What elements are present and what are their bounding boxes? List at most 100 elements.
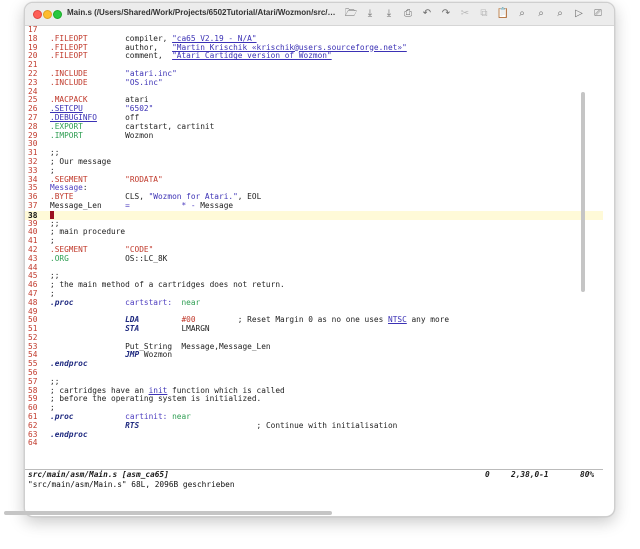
line-code: .SEGMENT "CODE" [50, 245, 153, 254]
code-token: "CODE" [125, 244, 154, 254]
code-line[interactable]: 32; Our message [25, 157, 603, 167]
code-token: .ORG [50, 253, 69, 263]
code-token: ; [50, 165, 55, 175]
save-all-icon[interactable]: ⤓ [381, 6, 397, 22]
code-token: Message_Len [50, 200, 126, 210]
code-token: compiler, [87, 33, 173, 43]
code-line[interactable]: 30 [25, 140, 603, 149]
line-code: ; main procedure [50, 227, 125, 236]
current-line[interactable]: 38 [25, 210, 603, 220]
code-token: ; the main method of a cartridges does n… [50, 280, 285, 290]
code-editor[interactable]: 17 18 .FILEOPT compiler, "ca65 V2.19 - N/A… [25, 26, 603, 468]
code-line[interactable]: 59; before the operating system is initi… [25, 395, 603, 404]
code-token: .FILEOPT [50, 33, 88, 43]
code-line[interactable]: 43 .ORG OS::LC_8K [25, 253, 603, 264]
copy-icon[interactable]: ⧉ [476, 6, 492, 22]
find-next-icon[interactable]: ⌕ [533, 6, 549, 22]
code-line[interactable]: 63 .endproc [25, 430, 603, 440]
code-token: cartstart: [125, 297, 173, 307]
line-code: ;; [50, 271, 59, 280]
find-prev-icon[interactable]: ⌕ [552, 6, 568, 22]
code-token: init [148, 385, 168, 395]
save-icon[interactable]: ⤓ [362, 6, 378, 22]
code-token: Message [50, 183, 83, 193]
title-bar: Main.s (/Users/Shared/Work/Projects/6502… [25, 3, 614, 26]
code-line[interactable]: 44 [25, 263, 603, 273]
status-modified: 0 [485, 470, 490, 479]
code-token: "RODATA" [125, 174, 163, 184]
code-token: .proc [50, 412, 74, 422]
code-line[interactable]: 40; main procedure [25, 227, 603, 237]
open-icon[interactable]: 🗁 [343, 6, 359, 22]
code-token: * - [181, 200, 201, 210]
code-token: function which is called [167, 385, 285, 395]
code-token: ; main procedure [50, 227, 126, 237]
zoom-button[interactable] [53, 10, 62, 19]
horizontal-scroll-thumb[interactable] [4, 511, 332, 515]
line-code: .endproc [50, 359, 88, 368]
line-code: JMP Wozmon [50, 350, 172, 360]
code-token: "ca65 V2.19 - N/A" [172, 33, 257, 43]
code-token: .FILEOPT [50, 42, 88, 52]
line-code: .FILEOPT comment, "Atari Cartidge versio… [50, 51, 332, 60]
vertical-scroll-thumb[interactable] [581, 92, 585, 292]
line-code: ; [50, 289, 55, 298]
code-line[interactable]: 29 .IMPORT Wozmon [25, 131, 603, 141]
code-token: .EXPORT [50, 121, 83, 131]
cut-icon[interactable]: ✂ [457, 6, 473, 22]
code-line[interactable]: 55 .endproc [25, 359, 603, 369]
line-code: .INCLUDE "atari.inc" [50, 69, 177, 78]
code-token: #00 [181, 315, 196, 325]
undo-icon[interactable]: ↶ [419, 6, 435, 22]
code-line[interactable]: 51 STA LMARGN [25, 324, 603, 334]
code-line[interactable]: 54 JMP Wozmon [25, 351, 603, 360]
code-token: , EOL [237, 192, 262, 202]
minimize-button[interactable] [43, 10, 52, 19]
vertical-scrollbar[interactable] [604, 26, 613, 491]
code-line[interactable]: 46; the main method of a cartridges does… [25, 280, 603, 290]
code-token: NTSC [388, 315, 407, 325]
code-line[interactable]: 48 .proc cartstart: near [25, 297, 603, 308]
help-icon[interactable]: ? [609, 6, 614, 22]
line-code: .IMPORT Wozmon [50, 131, 153, 140]
command-line[interactable]: "src/main/asm/Main.s" 68L, 2096B geschri… [28, 480, 235, 490]
text-cursor [50, 210, 54, 219]
code-token: .BYTE [50, 192, 74, 202]
redo-icon[interactable]: ↷ [438, 6, 454, 22]
line-code: ; the main method of a cartridges does n… [50, 280, 285, 289]
code-token: Wozmon [82, 130, 154, 140]
script-icon[interactable]: ⎚ [590, 6, 606, 22]
code-token: : [82, 183, 88, 193]
code-token: .endproc [50, 429, 88, 439]
paste-icon[interactable]: 📋 [495, 6, 511, 22]
code-line[interactable]: 31;; [25, 148, 603, 158]
code-line[interactable]: 64 [25, 439, 603, 448]
window-title: Main.s (/Users/Shared/Work/Projects/6502… [67, 8, 339, 17]
code-token: "OS.inc" [125, 77, 163, 87]
print-icon[interactable]: ⎙ [400, 6, 416, 22]
code-line[interactable]: 20 .FILEOPT comment, "Atari Cartidge vers… [25, 51, 603, 61]
find-icon[interactable]: ⌕ [514, 6, 530, 22]
line-code: .endproc [50, 430, 88, 439]
code-token: ; [50, 236, 55, 246]
line-code: .proc cartinit: near [50, 412, 191, 421]
line-code: ;; [50, 377, 59, 386]
code-line[interactable]: 56 [25, 368, 603, 378]
code-line[interactable]: 34 .SEGMENT "RODATA" [25, 174, 603, 185]
code-line[interactable]: 23 .INCLUDE "OS.inc" [25, 77, 603, 88]
line-code: Message_Len = * - Message [50, 201, 233, 210]
line-code: ; cartridges have an init function which… [50, 386, 285, 395]
code-line[interactable]: 62 RTS ; Continue with initialisation [25, 421, 603, 431]
code-token: Put_String Message,Message_Len [50, 341, 271, 351]
code-token: .INCLUDE [50, 77, 88, 87]
line-code: .MACPACK atari [50, 95, 149, 104]
code-line[interactable]: 37 Message_Len = * - Message [25, 201, 603, 211]
run-icon[interactable]: ▷ [571, 6, 587, 22]
line-code: ; [50, 403, 55, 412]
close-button[interactable] [33, 10, 42, 19]
